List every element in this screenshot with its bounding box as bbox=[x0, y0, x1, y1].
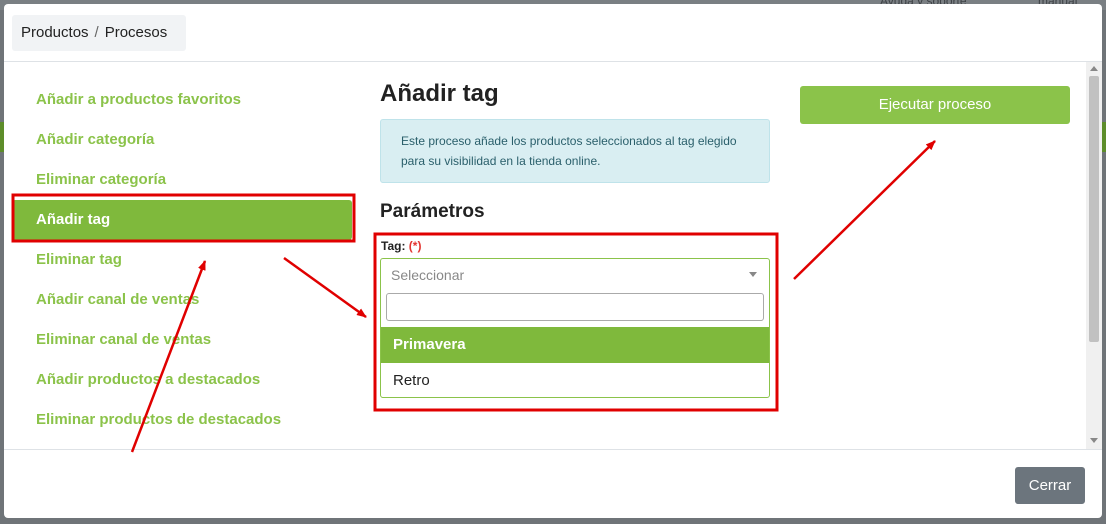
breadcrumb-current: Procesos bbox=[104, 24, 168, 41]
modal-scrollbar[interactable] bbox=[1086, 62, 1102, 449]
modal-body: Añadir a productos favoritos Añadir cate… bbox=[4, 62, 1102, 449]
modal-footer: Cerrar bbox=[4, 449, 1102, 519]
breadcrumb: Productos / Procesos bbox=[12, 15, 186, 51]
process-item[interactable]: Añadir productos a destacados bbox=[12, 360, 352, 400]
breadcrumb-section[interactable]: Productos bbox=[21, 24, 89, 41]
process-item[interactable]: Añadir categoría bbox=[12, 120, 352, 160]
process-item[interactable]: Añadir canal de ventas bbox=[12, 280, 352, 320]
tag-option[interactable]: Primavera bbox=[381, 327, 769, 363]
tag-search-input[interactable] bbox=[386, 293, 764, 321]
processes-modal: Productos / Procesos Añadir a productos fa… bbox=[4, 4, 1102, 518]
caret-down-icon bbox=[749, 272, 757, 277]
breadcrumb-separator: / bbox=[94, 24, 99, 41]
required-marker: (*) bbox=[408, 239, 422, 253]
scroll-up-icon[interactable] bbox=[1090, 66, 1098, 71]
tag-select[interactable]: Seleccionar Primavera Retro bbox=[380, 258, 770, 398]
process-item[interactable]: Añadir a productos favoritos bbox=[12, 80, 352, 120]
tag-select-placeholder: Seleccionar bbox=[391, 267, 465, 283]
process-item[interactable]: Eliminar canal de ventas bbox=[12, 320, 352, 360]
run-process-button[interactable]: Ejecutar proceso bbox=[800, 86, 1070, 124]
process-description: Este proceso añade los productos selecci… bbox=[380, 119, 770, 183]
process-item[interactable]: Eliminar categoría bbox=[12, 160, 352, 200]
tag-option[interactable]: Retro bbox=[381, 363, 769, 399]
tag-select-toggle[interactable]: Seleccionar bbox=[381, 259, 769, 291]
parameters-heading: Parámetros bbox=[380, 201, 485, 222]
process-item[interactable]: Eliminar productos de destacados bbox=[12, 400, 352, 440]
modal-header: Productos / Procesos bbox=[4, 4, 1102, 62]
tag-label-text: Tag: bbox=[381, 239, 406, 253]
close-button[interactable]: Cerrar bbox=[1015, 467, 1085, 504]
process-list: Añadir a productos favoritos Añadir cate… bbox=[12, 80, 352, 440]
background-accent bbox=[1102, 122, 1106, 152]
process-title: Añadir tag bbox=[380, 80, 499, 107]
scroll-down-icon[interactable] bbox=[1090, 438, 1098, 443]
process-item[interactable]: Eliminar tag bbox=[12, 240, 352, 280]
tag-field-label: Tag: (*) bbox=[381, 239, 421, 253]
scrollbar-thumb[interactable] bbox=[1089, 76, 1099, 342]
process-item-active[interactable]: Añadir tag bbox=[12, 200, 352, 240]
